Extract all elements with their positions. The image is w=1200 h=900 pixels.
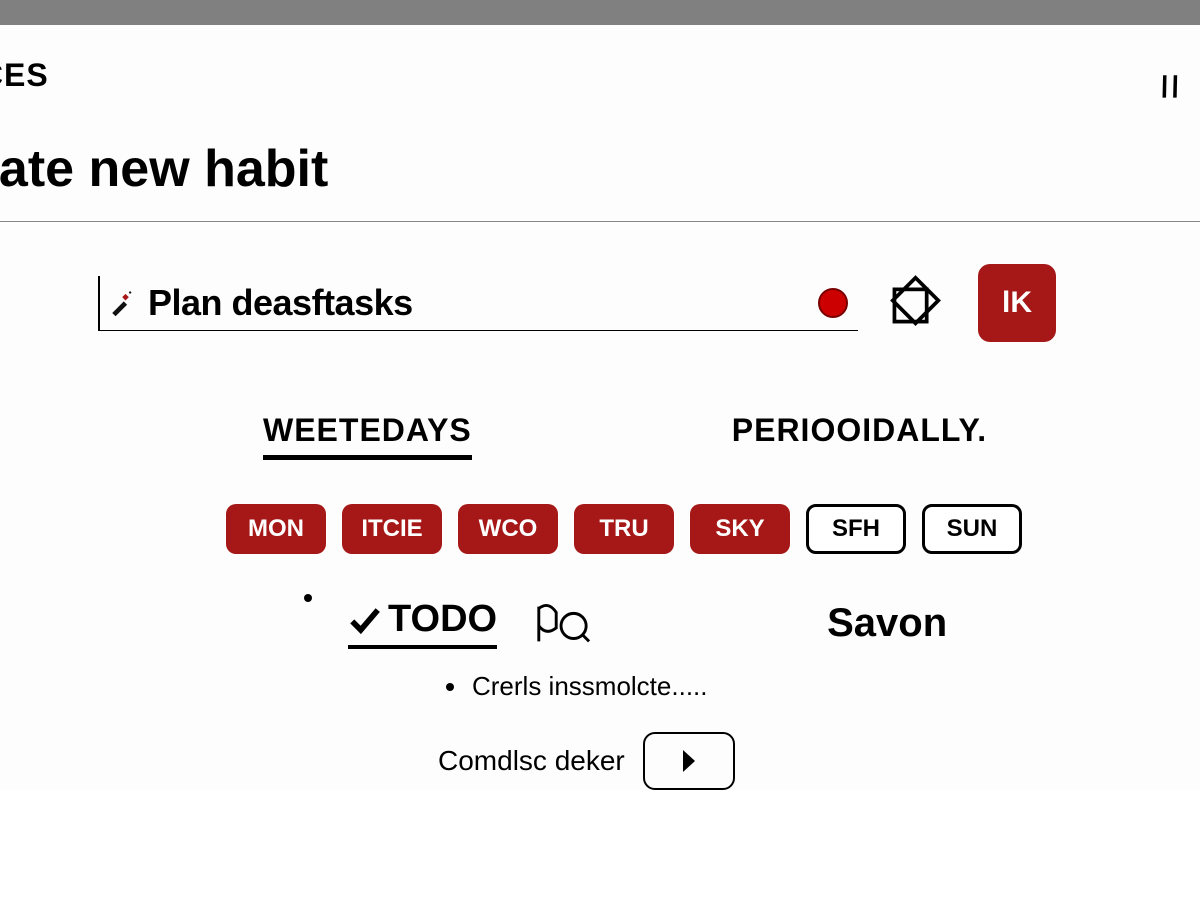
flag-icon bbox=[533, 602, 591, 646]
window-titlebar bbox=[0, 0, 1200, 24]
bullet-icon bbox=[446, 683, 454, 691]
habit-name-input[interactable] bbox=[148, 282, 818, 324]
stepper-label: Comdlsc deker bbox=[438, 745, 625, 777]
breadcrumb[interactable]: ICES bbox=[0, 57, 1200, 94]
day-mon[interactable]: MON bbox=[226, 504, 326, 554]
day-fri[interactable]: SKY bbox=[690, 504, 790, 554]
day-thu[interactable]: TRU bbox=[574, 504, 674, 554]
weekday-selector: MON ITCIE WCO TRU SKY SFH SUN bbox=[98, 504, 1140, 554]
category-icon[interactable] bbox=[886, 271, 950, 335]
save-button[interactable]: Savon bbox=[827, 601, 947, 646]
day-sat[interactable]: SFH bbox=[806, 504, 906, 554]
day-wed[interactable]: WCO bbox=[458, 504, 558, 554]
day-tue[interactable]: ITCIE bbox=[342, 504, 442, 554]
tab-weekdays[interactable]: WEETEDAYS bbox=[263, 412, 472, 460]
habit-name-field[interactable] bbox=[98, 276, 858, 331]
hint-text: Crerls inssmolcte..... bbox=[472, 671, 708, 702]
pencil-icon bbox=[108, 289, 136, 317]
icon-picker-button[interactable]: lK bbox=[978, 264, 1056, 342]
page-title: eate new habit bbox=[0, 111, 1200, 221]
tab-periodically[interactable]: PERIOOIDALLY. bbox=[732, 412, 987, 460]
check-icon bbox=[348, 603, 382, 637]
todo-label-text: TODO bbox=[388, 598, 497, 641]
header-bar: ICES \ \ bbox=[0, 25, 1200, 111]
other-type-option[interactable] bbox=[533, 602, 591, 646]
todo-type-option[interactable]: TODO bbox=[348, 598, 497, 649]
stepper-next-button[interactable] bbox=[643, 732, 735, 790]
chevron-right-icon bbox=[678, 748, 700, 774]
color-picker-dot[interactable] bbox=[818, 288, 848, 318]
bullet-icon bbox=[304, 594, 312, 602]
day-sun[interactable]: SUN bbox=[922, 504, 1022, 554]
